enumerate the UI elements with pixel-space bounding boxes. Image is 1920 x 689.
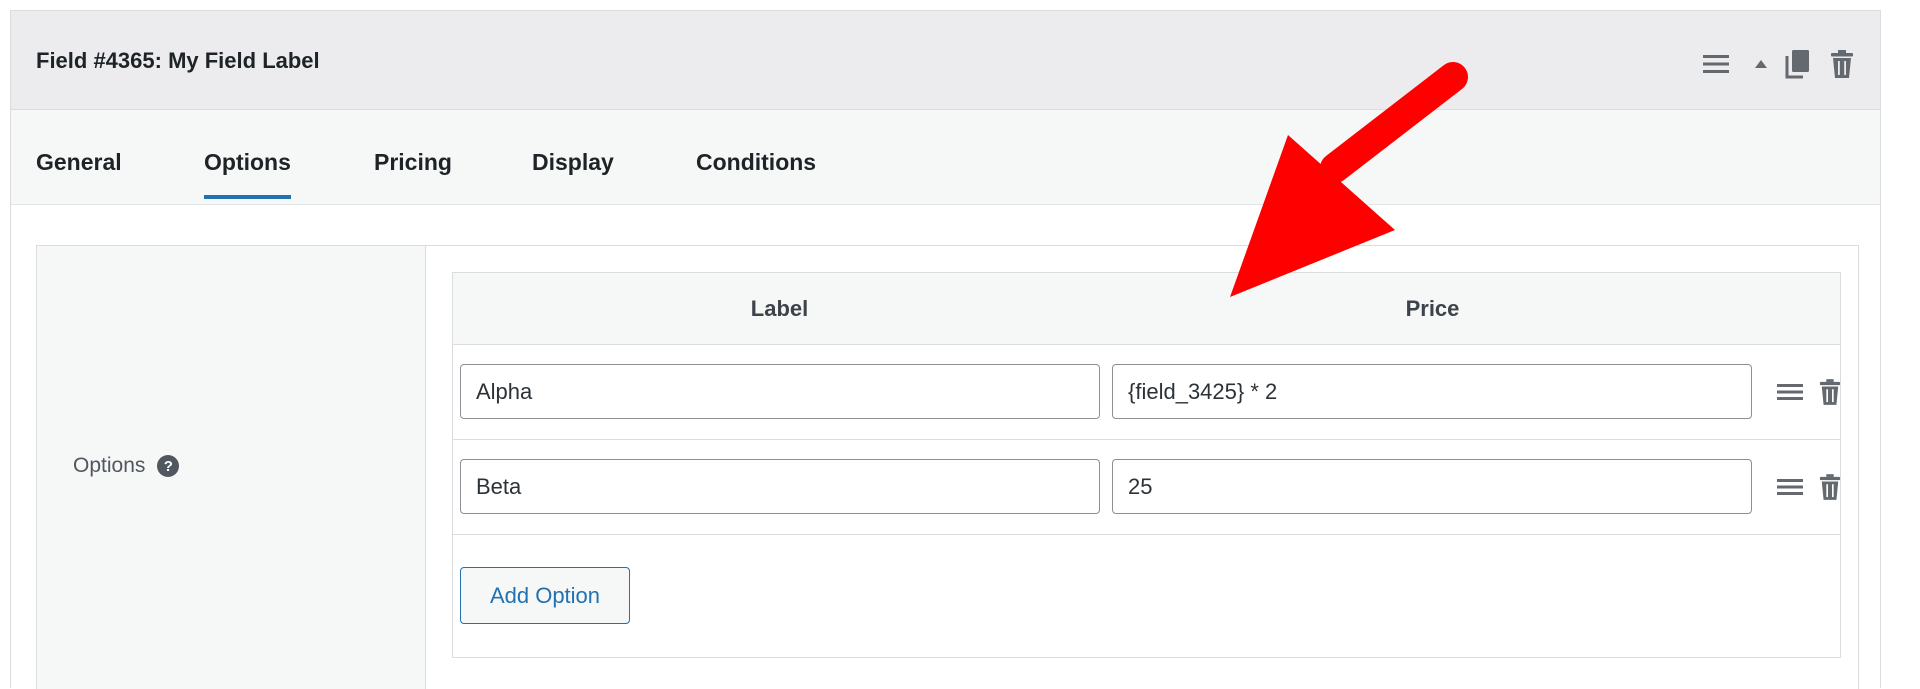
trash-icon[interactable] [1817, 377, 1843, 407]
options-setting-row: Options ? Label Price Alpha {field_3425}… [36, 245, 1859, 689]
options-label: Options ? [73, 454, 180, 478]
row-tools [1775, 377, 1843, 407]
tab-options[interactable]: Options [204, 148, 291, 199]
option-label-input[interactable] [460, 459, 1100, 514]
collapse-up-icon[interactable] [1742, 49, 1780, 79]
tab-conditions[interactable]: Conditions [696, 148, 816, 176]
options-table-header: Label Price [453, 273, 1840, 345]
add-option-button[interactable]: Add Option [460, 567, 630, 624]
options-label-text: Options [73, 454, 146, 477]
field-header: Field #4365: My Field Label [11, 11, 1880, 110]
table-row [453, 345, 1843, 440]
options-label-cell: Options ? [37, 246, 426, 689]
tab-pricing[interactable]: Pricing [374, 148, 452, 176]
option-price-input[interactable] [1112, 459, 1752, 514]
column-header-price: Price [1405, 296, 1460, 321]
trash-icon[interactable] [1817, 472, 1843, 502]
field-header-tools [1698, 49, 1860, 79]
drag-handle-icon[interactable] [1775, 472, 1805, 502]
menu-icon[interactable] [1698, 49, 1734, 79]
duplicate-icon[interactable] [1782, 48, 1814, 80]
drag-handle-icon[interactable] [1775, 377, 1805, 407]
tab-general[interactable]: General [36, 148, 122, 176]
table-row [453, 440, 1843, 535]
tab-display[interactable]: Display [532, 148, 614, 176]
option-label-input[interactable] [460, 364, 1100, 419]
help-icon[interactable]: ? [157, 455, 180, 477]
trash-icon[interactable] [1824, 48, 1860, 80]
options-table: Label Price Alpha {field_3425} * 2 Beta … [452, 272, 1841, 658]
option-price-input[interactable] [1112, 364, 1752, 419]
field-tabs: General Options Pricing Display Conditio… [11, 110, 1880, 205]
field-panel: Field #4365: My Field Label General Opti… [10, 10, 1881, 689]
row-tools [1775, 472, 1843, 502]
column-header-label: Label [750, 296, 809, 321]
field-title: Field #4365: My Field Label [36, 48, 320, 73]
